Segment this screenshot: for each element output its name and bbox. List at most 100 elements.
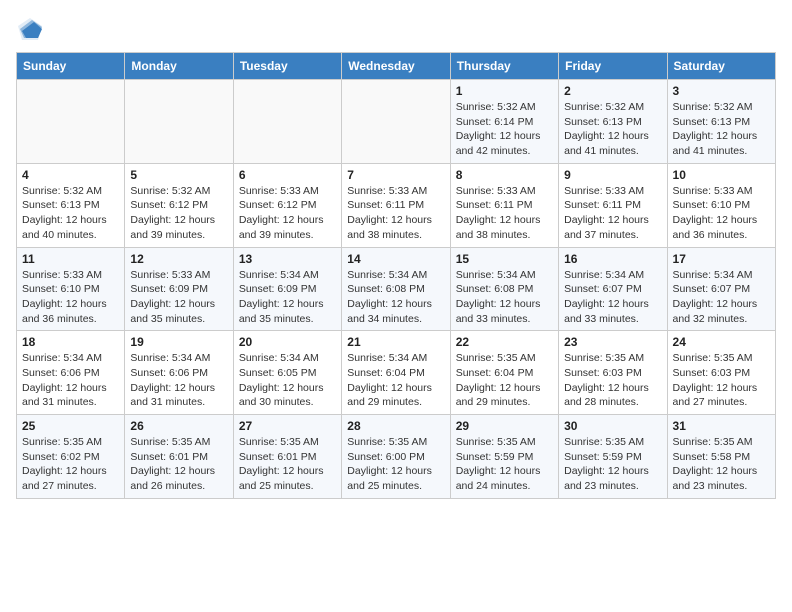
calendar-day: 7 Sunrise: 5:33 AM Sunset: 6:11 PM Daylig… bbox=[342, 163, 450, 247]
day-number: 5 bbox=[130, 168, 227, 182]
day-info: Sunrise: 5:33 AM Sunset: 6:10 PM Dayligh… bbox=[673, 184, 770, 243]
calendar-empty-day bbox=[233, 80, 341, 164]
calendar-day: 2Sunrise: 5:32 AM Sunset: 6:13 PM Daylig… bbox=[559, 80, 667, 164]
day-number: 30 bbox=[564, 419, 661, 433]
calendar-day: 16Sunrise: 5:34 AM Sunset: 6:07 PM Dayli… bbox=[559, 247, 667, 331]
day-number: 23 bbox=[564, 335, 661, 349]
calendar-day: 5 Sunrise: 5:32 AM Sunset: 6:12 PM Daylig… bbox=[125, 163, 233, 247]
day-number: 3 bbox=[673, 84, 770, 98]
day-number: 20 bbox=[239, 335, 336, 349]
calendar-day: 27 Sunrise: 5:35 AM Sunset: 6:01 PM Dayli… bbox=[233, 415, 341, 499]
calendar-day: 18 Sunrise: 5:34 AM Sunset: 6:06 PM Dayli… bbox=[17, 331, 125, 415]
weekday-header: Saturday bbox=[667, 53, 775, 80]
day-number: 25 bbox=[22, 419, 119, 433]
day-number: 18 bbox=[22, 335, 119, 349]
day-number: 31 bbox=[673, 419, 770, 433]
calendar-day: 26 Sunrise: 5:35 AM Sunset: 6:01 PM Dayli… bbox=[125, 415, 233, 499]
calendar-week-row: 4 Sunrise: 5:32 AM Sunset: 6:13 PM Daylig… bbox=[17, 163, 776, 247]
day-number: 4 bbox=[22, 168, 119, 182]
day-info: Sunrise: 5:35 AM Sunset: 6:01 PM Dayligh… bbox=[130, 435, 227, 494]
day-info: Sunrise: 5:32 AM Sunset: 6:13 PM Dayligh… bbox=[673, 100, 770, 159]
day-number: 6 bbox=[239, 168, 336, 182]
calendar-day: 21 Sunrise: 5:34 AM Sunset: 6:04 PM Dayli… bbox=[342, 331, 450, 415]
calendar-header: SundayMondayTuesdayWednesdayThursdayFrid… bbox=[17, 53, 776, 80]
weekday-header: Tuesday bbox=[233, 53, 341, 80]
page-header bbox=[16, 16, 776, 44]
weekday-header: Thursday bbox=[450, 53, 558, 80]
day-info: Sunrise: 5:34 AM Sunset: 6:07 PM Dayligh… bbox=[673, 268, 770, 327]
day-info: Sunrise: 5:33 AM Sunset: 6:11 PM Dayligh… bbox=[456, 184, 553, 243]
day-info: Sunrise: 5:34 AM Sunset: 6:08 PM Dayligh… bbox=[456, 268, 553, 327]
day-info: Sunrise: 5:35 AM Sunset: 6:02 PM Dayligh… bbox=[22, 435, 119, 494]
day-info: Sunrise: 5:35 AM Sunset: 6:03 PM Dayligh… bbox=[564, 351, 661, 410]
calendar-week-row: 25 Sunrise: 5:35 AM Sunset: 6:02 PM Dayli… bbox=[17, 415, 776, 499]
day-info: Sunrise: 5:34 AM Sunset: 6:06 PM Dayligh… bbox=[22, 351, 119, 410]
day-info: Sunrise: 5:35 AM Sunset: 6:00 PM Dayligh… bbox=[347, 435, 444, 494]
weekday-header: Wednesday bbox=[342, 53, 450, 80]
day-number: 8 bbox=[456, 168, 553, 182]
day-info: Sunrise: 5:34 AM Sunset: 6:06 PM Dayligh… bbox=[130, 351, 227, 410]
day-number: 1 bbox=[456, 84, 553, 98]
calendar-day: 24Sunrise: 5:35 AM Sunset: 6:03 PM Dayli… bbox=[667, 331, 775, 415]
calendar-day: 12Sunrise: 5:33 AM Sunset: 6:09 PM Dayli… bbox=[125, 247, 233, 331]
day-number: 21 bbox=[347, 335, 444, 349]
calendar-day: 4 Sunrise: 5:32 AM Sunset: 6:13 PM Daylig… bbox=[17, 163, 125, 247]
day-number: 10 bbox=[673, 168, 770, 182]
calendar-empty-day bbox=[17, 80, 125, 164]
day-info: Sunrise: 5:34 AM Sunset: 6:09 PM Dayligh… bbox=[239, 268, 336, 327]
calendar-day: 17Sunrise: 5:34 AM Sunset: 6:07 PM Dayli… bbox=[667, 247, 775, 331]
day-info: Sunrise: 5:34 AM Sunset: 6:05 PM Dayligh… bbox=[239, 351, 336, 410]
calendar-day: 8 Sunrise: 5:33 AM Sunset: 6:11 PM Daylig… bbox=[450, 163, 558, 247]
calendar-day: 22 Sunrise: 5:35 AM Sunset: 6:04 PM Dayli… bbox=[450, 331, 558, 415]
weekday-header: Monday bbox=[125, 53, 233, 80]
calendar-day: 29 Sunrise: 5:35 AM Sunset: 5:59 PM Dayli… bbox=[450, 415, 558, 499]
day-info: Sunrise: 5:33 AM Sunset: 6:11 PM Dayligh… bbox=[564, 184, 661, 243]
calendar-day: 28Sunrise: 5:35 AM Sunset: 6:00 PM Dayli… bbox=[342, 415, 450, 499]
day-info: Sunrise: 5:35 AM Sunset: 6:01 PM Dayligh… bbox=[239, 435, 336, 494]
calendar-day: 25 Sunrise: 5:35 AM Sunset: 6:02 PM Dayli… bbox=[17, 415, 125, 499]
calendar-day: 20 Sunrise: 5:34 AM Sunset: 6:05 PM Dayli… bbox=[233, 331, 341, 415]
day-number: 13 bbox=[239, 252, 336, 266]
logo-icon bbox=[16, 16, 44, 44]
day-info: Sunrise: 5:35 AM Sunset: 6:03 PM Dayligh… bbox=[673, 351, 770, 410]
day-number: 26 bbox=[130, 419, 227, 433]
calendar-day: 30 Sunrise: 5:35 AM Sunset: 5:59 PM Dayli… bbox=[559, 415, 667, 499]
calendar-week-row: 1Sunrise: 5:32 AM Sunset: 6:14 PM Daylig… bbox=[17, 80, 776, 164]
day-info: Sunrise: 5:35 AM Sunset: 5:59 PM Dayligh… bbox=[456, 435, 553, 494]
day-number: 14 bbox=[347, 252, 444, 266]
calendar-week-row: 11 Sunrise: 5:33 AM Sunset: 6:10 PM Dayli… bbox=[17, 247, 776, 331]
logo bbox=[16, 16, 48, 44]
calendar-day: 19Sunrise: 5:34 AM Sunset: 6:06 PM Dayli… bbox=[125, 331, 233, 415]
day-info: Sunrise: 5:34 AM Sunset: 6:08 PM Dayligh… bbox=[347, 268, 444, 327]
day-info: Sunrise: 5:35 AM Sunset: 5:59 PM Dayligh… bbox=[564, 435, 661, 494]
day-number: 27 bbox=[239, 419, 336, 433]
weekday-header: Sunday bbox=[17, 53, 125, 80]
calendar-day: 15Sunrise: 5:34 AM Sunset: 6:08 PM Dayli… bbox=[450, 247, 558, 331]
day-info: Sunrise: 5:35 AM Sunset: 5:58 PM Dayligh… bbox=[673, 435, 770, 494]
calendar-table: SundayMondayTuesdayWednesdayThursdayFrid… bbox=[16, 52, 776, 499]
calendar-day: 1Sunrise: 5:32 AM Sunset: 6:14 PM Daylig… bbox=[450, 80, 558, 164]
day-info: Sunrise: 5:33 AM Sunset: 6:10 PM Dayligh… bbox=[22, 268, 119, 327]
calendar-day: 13 Sunrise: 5:34 AM Sunset: 6:09 PM Dayli… bbox=[233, 247, 341, 331]
day-number: 7 bbox=[347, 168, 444, 182]
day-number: 22 bbox=[456, 335, 553, 349]
calendar-day: 31 Sunrise: 5:35 AM Sunset: 5:58 PM Dayli… bbox=[667, 415, 775, 499]
day-info: Sunrise: 5:32 AM Sunset: 6:13 PM Dayligh… bbox=[564, 100, 661, 159]
day-info: Sunrise: 5:33 AM Sunset: 6:12 PM Dayligh… bbox=[239, 184, 336, 243]
calendar-empty-day bbox=[125, 80, 233, 164]
calendar-day: 11 Sunrise: 5:33 AM Sunset: 6:10 PM Dayli… bbox=[17, 247, 125, 331]
calendar-body: 1Sunrise: 5:32 AM Sunset: 6:14 PM Daylig… bbox=[17, 80, 776, 499]
weekday-header: Friday bbox=[559, 53, 667, 80]
day-number: 11 bbox=[22, 252, 119, 266]
calendar-week-row: 18 Sunrise: 5:34 AM Sunset: 6:06 PM Dayli… bbox=[17, 331, 776, 415]
calendar-day: 14 Sunrise: 5:34 AM Sunset: 6:08 PM Dayli… bbox=[342, 247, 450, 331]
calendar-day: 6 Sunrise: 5:33 AM Sunset: 6:12 PM Daylig… bbox=[233, 163, 341, 247]
day-info: Sunrise: 5:33 AM Sunset: 6:11 PM Dayligh… bbox=[347, 184, 444, 243]
calendar-day: 23 Sunrise: 5:35 AM Sunset: 6:03 PM Dayli… bbox=[559, 331, 667, 415]
calendar-empty-day bbox=[342, 80, 450, 164]
day-info: Sunrise: 5:35 AM Sunset: 6:04 PM Dayligh… bbox=[456, 351, 553, 410]
day-info: Sunrise: 5:34 AM Sunset: 6:04 PM Dayligh… bbox=[347, 351, 444, 410]
day-number: 29 bbox=[456, 419, 553, 433]
day-info: Sunrise: 5:32 AM Sunset: 6:13 PM Dayligh… bbox=[22, 184, 119, 243]
day-info: Sunrise: 5:32 AM Sunset: 6:12 PM Dayligh… bbox=[130, 184, 227, 243]
